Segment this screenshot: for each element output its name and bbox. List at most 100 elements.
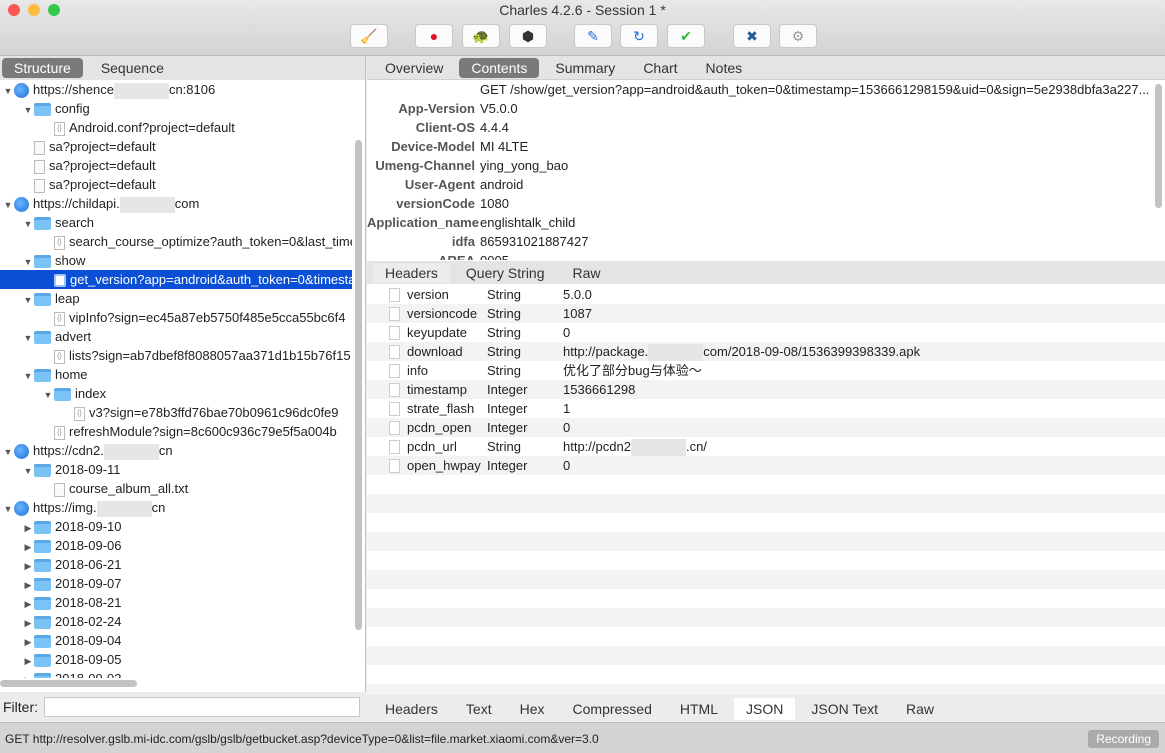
tab-json[interactable]: JSON (734, 697, 796, 720)
tree-host[interactable]: ▼ https://shence cn:8106 (0, 80, 352, 99)
recording-badge[interactable]: Recording (1088, 730, 1159, 748)
json-row[interactable]: pcdn_url String http://pcdn2 .cn/ (367, 437, 1165, 457)
json-row[interactable]: timestamp Integer 1536661298 (367, 380, 1165, 399)
broom-button[interactable]: 🧹 (350, 24, 388, 48)
tree-folder[interactable]: ▶ 2018-09-04 (0, 631, 352, 650)
header-value: 1080 (480, 196, 509, 211)
tree-folder[interactable]: ▼ index (0, 384, 352, 403)
tree-folder[interactable]: ▼ config (0, 99, 352, 118)
tree-label: 2018-06-21 (55, 557, 122, 572)
tree-item[interactable]: course_album_all.txt (0, 479, 352, 498)
json-value-cell: http://package. com/2018-09-08/1536399398… (563, 342, 1165, 362)
tab-hex[interactable]: Hex (508, 698, 557, 720)
tree-item[interactable]: {} Android.conf?project=default (0, 118, 352, 137)
tree-folder[interactable]: ▼ home (0, 365, 352, 384)
tree-folder[interactable]: ▶ 2018-09-03 (0, 669, 352, 678)
header-key: Application_name (367, 215, 479, 230)
json-row[interactable]: versioncode String 1087 (367, 304, 1165, 323)
tree-folder[interactable]: ▶ 2018-08-21 (0, 593, 352, 612)
tree-item[interactable]: {} v3?sign=e78b3ffd76bae70b0961c96dc0fe9 (0, 403, 352, 422)
tree-host[interactable]: ▼ https://childapi. com (0, 194, 352, 213)
json-row[interactable]: strate_flash Integer 1 (367, 399, 1165, 418)
tree-label: lists?sign=ab7dbef8f8088057aa371d1b15b76… (69, 348, 351, 363)
tab-chart[interactable]: Chart (631, 58, 689, 78)
tab-text[interactable]: Text (454, 698, 504, 720)
empty-row (367, 570, 1165, 589)
json-type: Integer (487, 382, 528, 397)
settings-gear-button[interactable]: ⚙ (779, 24, 817, 48)
tree-folder[interactable]: ▼ leap (0, 289, 352, 308)
tab-compressed[interactable]: Compressed (561, 698, 664, 720)
json-row[interactable]: keyupdate String 0 (367, 323, 1165, 342)
host-suffix: cn (158, 443, 173, 458)
json-row[interactable]: pcdn_open Integer 0 (367, 418, 1165, 437)
tree-folder[interactable]: ▼ 2018-09-11 (0, 460, 352, 479)
tree-horizontal-scrollbar[interactable] (0, 680, 137, 687)
json-file-icon: {} (54, 235, 65, 250)
header-row: Device-Model MI 4LTE (367, 137, 1165, 156)
tree-folder[interactable]: ▼ show (0, 251, 352, 270)
tree-label: 2018-09-11 (55, 462, 121, 477)
tree-folder[interactable]: ▶ 2018-02-24 (0, 612, 352, 631)
tree-label: 2018-09-10 (55, 519, 122, 534)
breakpoint-hexagon-button[interactable]: ⬢ (509, 24, 547, 48)
tree-folder[interactable]: ▼ search (0, 213, 352, 232)
tree-item[interactable]: {} vipInfo?sign=ec45a87eb5750f485e5cca55b… (0, 308, 352, 327)
tab-raw[interactable]: Raw (561, 263, 613, 283)
json-row[interactable]: info String 优化了部分bug与体验～ (367, 361, 1165, 380)
tab-json-text[interactable]: JSON Text (799, 698, 890, 720)
tree-host[interactable]: ▼ https://cdn2. cn (0, 441, 352, 460)
structure-tree[interactable]: ▼ https://shence cn:8106 ▼ config{} Android.c… (0, 80, 352, 678)
tree-item[interactable]: {} lists?sign=ab7dbef8f8088057aa371d1b15b… (0, 346, 352, 365)
filter-input[interactable] (44, 697, 360, 717)
tree-folder[interactable]: ▶ 2018-09-05 (0, 650, 352, 669)
tree-vertical-scrollbar[interactable] (355, 140, 362, 630)
folder-icon (34, 540, 51, 554)
tree-folder[interactable]: ▼ advert (0, 327, 352, 346)
contents-panel: Overview Contents Summary Chart Notes GET /s… (367, 56, 1165, 722)
tab-headers[interactable]: Headers (373, 262, 450, 283)
tree-folder[interactable]: ▶ 2018-09-07 (0, 574, 352, 593)
repeat-button[interactable]: ↻ (620, 24, 658, 48)
json-row[interactable]: download String http://package. com/2018-09… (367, 342, 1165, 362)
tree-host[interactable]: ▼ https://img. cn (0, 498, 352, 517)
request-headers: GET /show/get_version?app=android&auth_t… (367, 80, 1165, 260)
tab-overview[interactable]: Overview (373, 58, 455, 78)
empty-row (367, 627, 1165, 646)
tree-item[interactable]: sa?project=default (0, 156, 352, 175)
tree-item[interactable]: sa?project=default (0, 175, 352, 194)
validate-check-button[interactable]: ✔ (667, 24, 705, 48)
tree-folder[interactable]: ▶ 2018-09-06 (0, 536, 352, 555)
tree-item[interactable]: {} search_course_optimize?auth_token=0&la… (0, 232, 352, 251)
headers-scrollbar[interactable] (1155, 84, 1162, 208)
tree-item[interactable]: {} refreshModule?sign=8c600c936c79e5f5a00… (0, 422, 352, 441)
tab-raw[interactable]: Raw (894, 698, 946, 720)
compose-pen-button[interactable]: ✎ (574, 24, 612, 48)
json-key: keyupdate (407, 325, 467, 340)
folder-icon (34, 464, 51, 478)
filter-label: Filter: (3, 699, 38, 715)
record-button[interactable]: ● (415, 24, 453, 48)
tab-html[interactable]: HTML (668, 698, 730, 720)
tab-headers[interactable]: Headers (373, 698, 450, 720)
tab-query-string[interactable]: Query String (454, 263, 557, 283)
header-row: Client-OS 4.4.4 (367, 118, 1165, 137)
tree-item[interactable]: get_version?app=android&auth_token=0&tim… (0, 270, 352, 289)
tree-folder[interactable]: ▶ 2018-09-10 (0, 517, 352, 536)
json-row[interactable]: version String 5.0.0 (367, 285, 1165, 304)
tab-contents[interactable]: Contents (459, 57, 540, 78)
tree-item[interactable]: sa?project=default (0, 137, 352, 156)
tree-folder[interactable]: ▶ 2018-06-21 (0, 555, 352, 574)
host-suffix: cn (151, 500, 166, 515)
tools-button[interactable]: ✖ (733, 24, 771, 48)
tab-notes[interactable]: Notes (694, 58, 755, 78)
json-key: timestamp (407, 382, 467, 397)
tab-sequence[interactable]: Sequence (89, 58, 176, 78)
throttle-turtle-button[interactable]: 🐢 (462, 24, 500, 48)
folder-icon (34, 673, 51, 678)
status-bar: GET http://resolver.gslb.mi-idc.com/gslb… (0, 722, 1165, 753)
tab-structure[interactable]: Structure (2, 58, 83, 78)
collapsed-triangle-icon[interactable]: ▶ (22, 671, 34, 678)
tab-summary[interactable]: Summary (543, 58, 627, 78)
json-row[interactable]: open_hwpay Integer 0 (367, 456, 1165, 475)
